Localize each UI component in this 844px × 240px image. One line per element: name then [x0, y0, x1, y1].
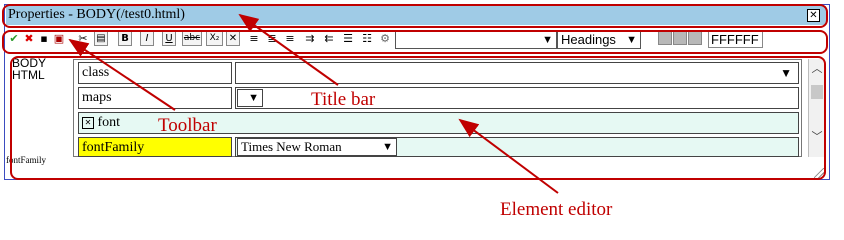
element-editor-arrow — [458, 118, 559, 194]
annotation-arrows — [68, 13, 559, 194]
toolbar-arrow — [68, 38, 176, 111]
title-bar-arrow — [238, 13, 339, 86]
